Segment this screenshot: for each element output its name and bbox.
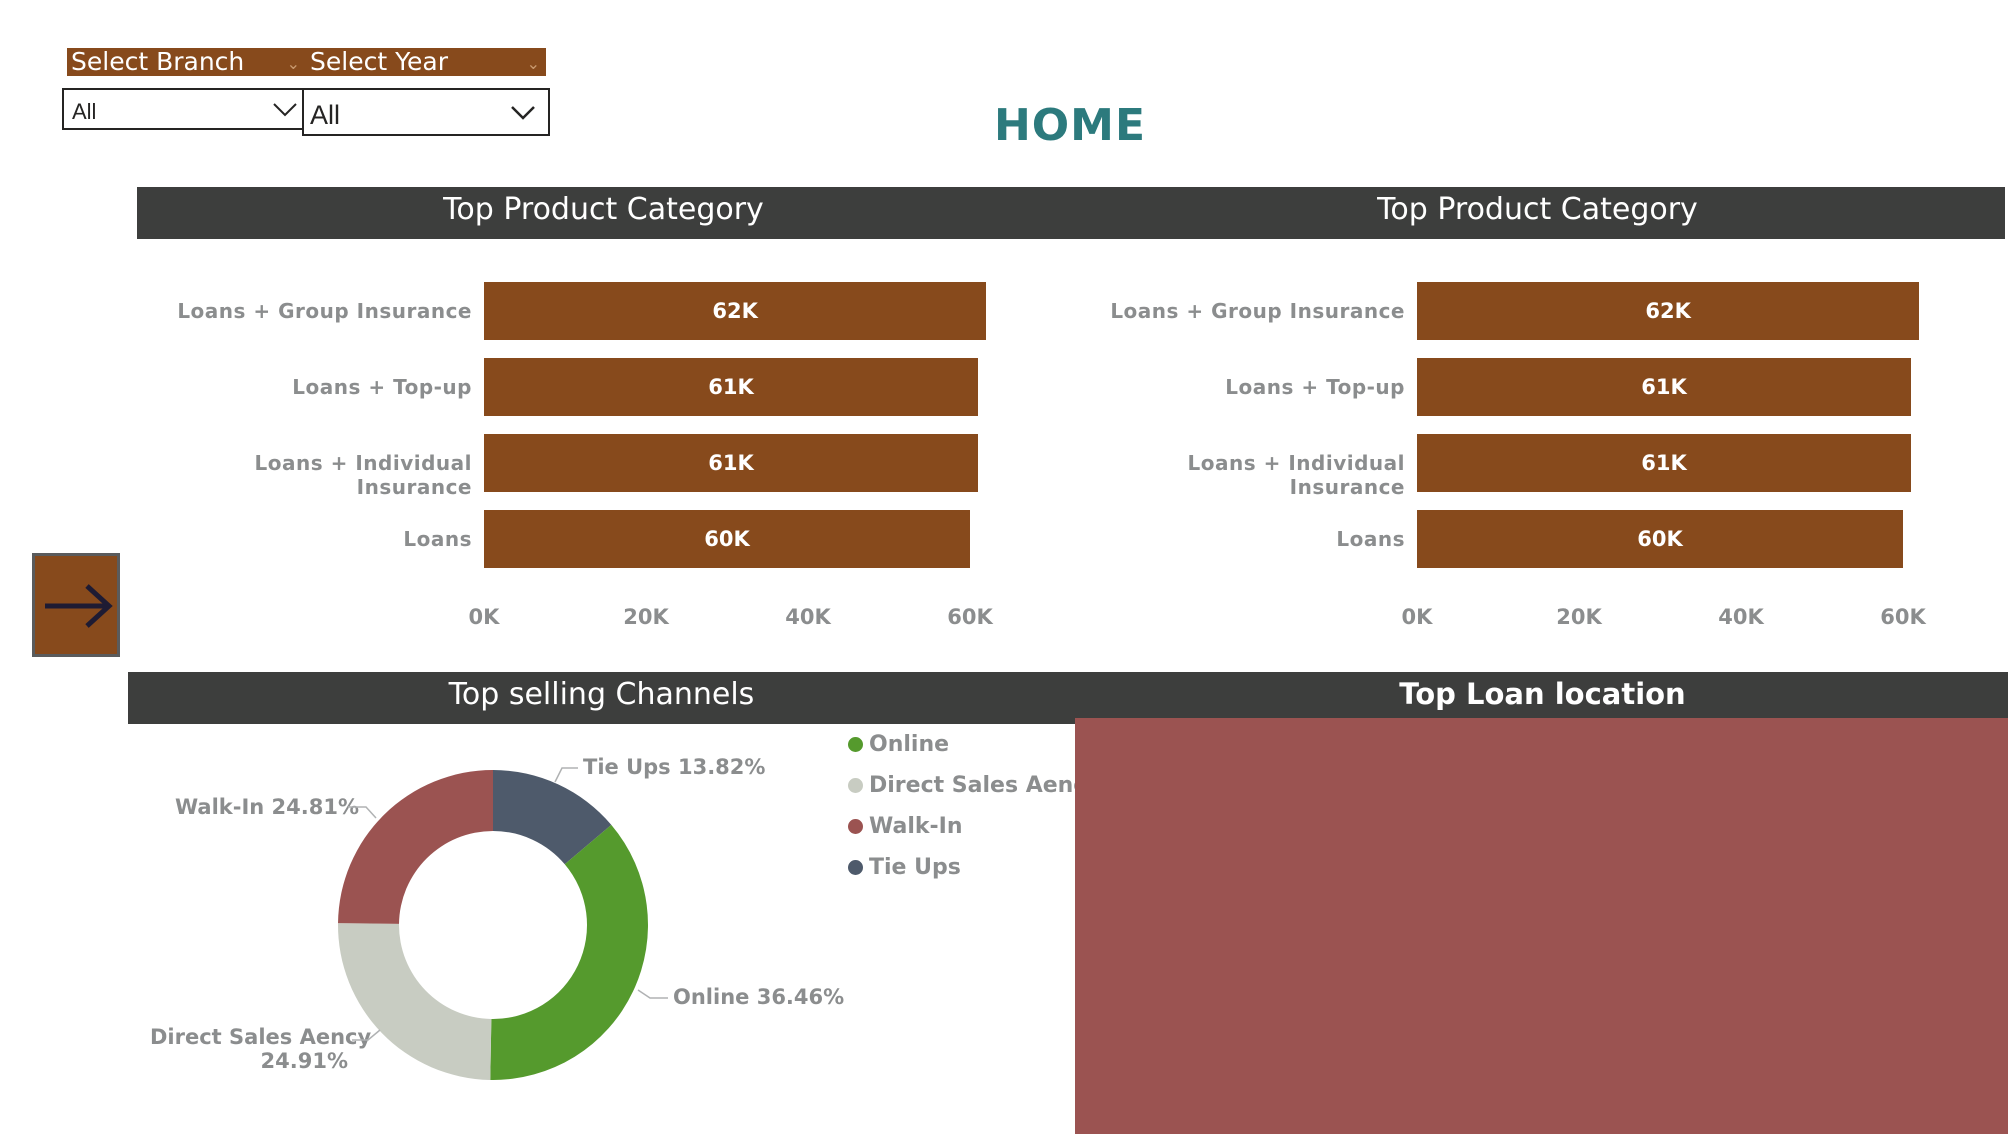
- bar-category-label: Loans + Individual Insurance: [254, 451, 472, 499]
- product-bar-chart-right: Loans + Group Insurance 62K Loans + Top-up…: [1070, 260, 2005, 640]
- chevron-down-icon: ⌄: [286, 54, 300, 73]
- product-bar-chart-left: Loans + Group Insurance 62K Loans + Top-up…: [137, 260, 1067, 640]
- year-dropdown-value: All: [310, 100, 341, 130]
- bar[interactable]: 61K: [484, 358, 979, 416]
- year-slicer-title: Select Year ⌄: [306, 48, 546, 76]
- donut-label-direct: Direct Sales Aency 24.91%: [150, 1025, 372, 1073]
- donut-label-direct-name: Direct Sales Aency: [150, 1025, 372, 1049]
- x-tick-label: 40K: [1718, 605, 1764, 629]
- branch-dropdown-value: All: [72, 99, 97, 124]
- legend-dot-direct-sales: [848, 778, 863, 793]
- bar-data-label: 62K: [1645, 299, 1691, 323]
- bar-category-label: Loans + Group Insurance: [177, 299, 472, 323]
- bar-data-label: 62K: [712, 299, 758, 323]
- chevron-down-icon: ⌄: [526, 54, 540, 73]
- bar[interactable]: 62K: [1417, 282, 1920, 340]
- bar-data-label: 61K: [1641, 451, 1687, 475]
- chevron-down-icon: [273, 103, 297, 117]
- x-tick-label: 40K: [785, 605, 831, 629]
- legend-label: Direct Sales Aency: [869, 773, 1101, 798]
- bar[interactable]: 60K: [484, 510, 970, 568]
- bar-data-label: 61K: [708, 451, 754, 475]
- x-tick-label: 0K: [468, 605, 500, 629]
- bar-category-label: Loans: [403, 527, 472, 551]
- next-page-button[interactable]: [32, 553, 120, 657]
- bar-data-label: 61K: [708, 375, 754, 399]
- legend-dot-tieups: [848, 860, 863, 875]
- bar-category-label: Loans + Individual Insurance: [1187, 451, 1405, 499]
- donut-slice-walk-in[interactable]: [338, 770, 493, 924]
- branch-dropdown[interactable]: All: [62, 88, 306, 130]
- branch-slicer-label: Select Branch: [71, 48, 245, 76]
- chevron-down-icon: [511, 106, 535, 120]
- x-tick-label: 60K: [947, 605, 993, 629]
- x-tick-label: 60K: [1880, 605, 1926, 629]
- donut-slice-online[interactable]: [490, 824, 649, 1080]
- x-tick-label: 20K: [623, 605, 669, 629]
- donut-label-online: Online 36.46%: [673, 985, 845, 1009]
- product-chart-1-title: Top Product Category: [137, 187, 1070, 239]
- bar[interactable]: 60K: [1417, 510, 1903, 568]
- legend-dot-online: [848, 737, 863, 752]
- bar-data-label: 60K: [1637, 527, 1683, 551]
- legend-item-tieups[interactable]: Tie Ups: [848, 855, 961, 880]
- legend-label: Online: [869, 732, 950, 757]
- donut-slice-direct-sales-aency[interactable]: [338, 923, 492, 1080]
- x-tick-label: 0K: [1401, 605, 1433, 629]
- donut-label-direct-value: 24.91%: [260, 1049, 348, 1073]
- legend-label: Walk-In: [869, 814, 963, 839]
- donut-label-walkin: Walk-In 24.81%: [175, 795, 360, 819]
- year-dropdown[interactable]: All: [302, 88, 550, 136]
- bar-category-label: Loans + Top-up: [292, 375, 472, 399]
- legend-dot-walkin: [848, 819, 863, 834]
- donut-label-tieups: Tie Ups 13.82%: [583, 755, 766, 779]
- bar[interactable]: 61K: [1417, 358, 1912, 416]
- legend-label: Tie Ups: [869, 855, 961, 880]
- x-tick-label: 20K: [1556, 605, 1602, 629]
- legend-item-walkin[interactable]: Walk-In: [848, 814, 962, 839]
- location-map-visual[interactable]: [1075, 718, 2008, 1134]
- legend-item-direct-sales[interactable]: Direct Sales Aency: [848, 773, 1101, 798]
- product-chart-2-title: Top Product Category: [1070, 187, 2005, 239]
- bar[interactable]: 61K: [484, 434, 979, 492]
- bar-data-label: 60K: [704, 527, 750, 551]
- bar-data-label: 61K: [1641, 375, 1687, 399]
- branch-slicer-title: Select Branch ⌄: [67, 48, 306, 76]
- location-title: Top Loan location: [1075, 672, 2008, 718]
- legend-item-online[interactable]: Online: [848, 732, 949, 757]
- bar[interactable]: 61K: [1417, 434, 1912, 492]
- page-title: HOME: [993, 100, 1147, 151]
- year-slicer-label: Select Year: [310, 48, 449, 76]
- arrow-right-icon: [45, 584, 113, 628]
- bar-category-label: Loans: [1336, 527, 1405, 551]
- bar-category-label: Loans + Top-up: [1225, 375, 1405, 399]
- channels-title: Top selling Channels: [128, 672, 1075, 724]
- bar-category-label: Loans + Group Insurance: [1110, 299, 1405, 323]
- bar[interactable]: 62K: [484, 282, 987, 340]
